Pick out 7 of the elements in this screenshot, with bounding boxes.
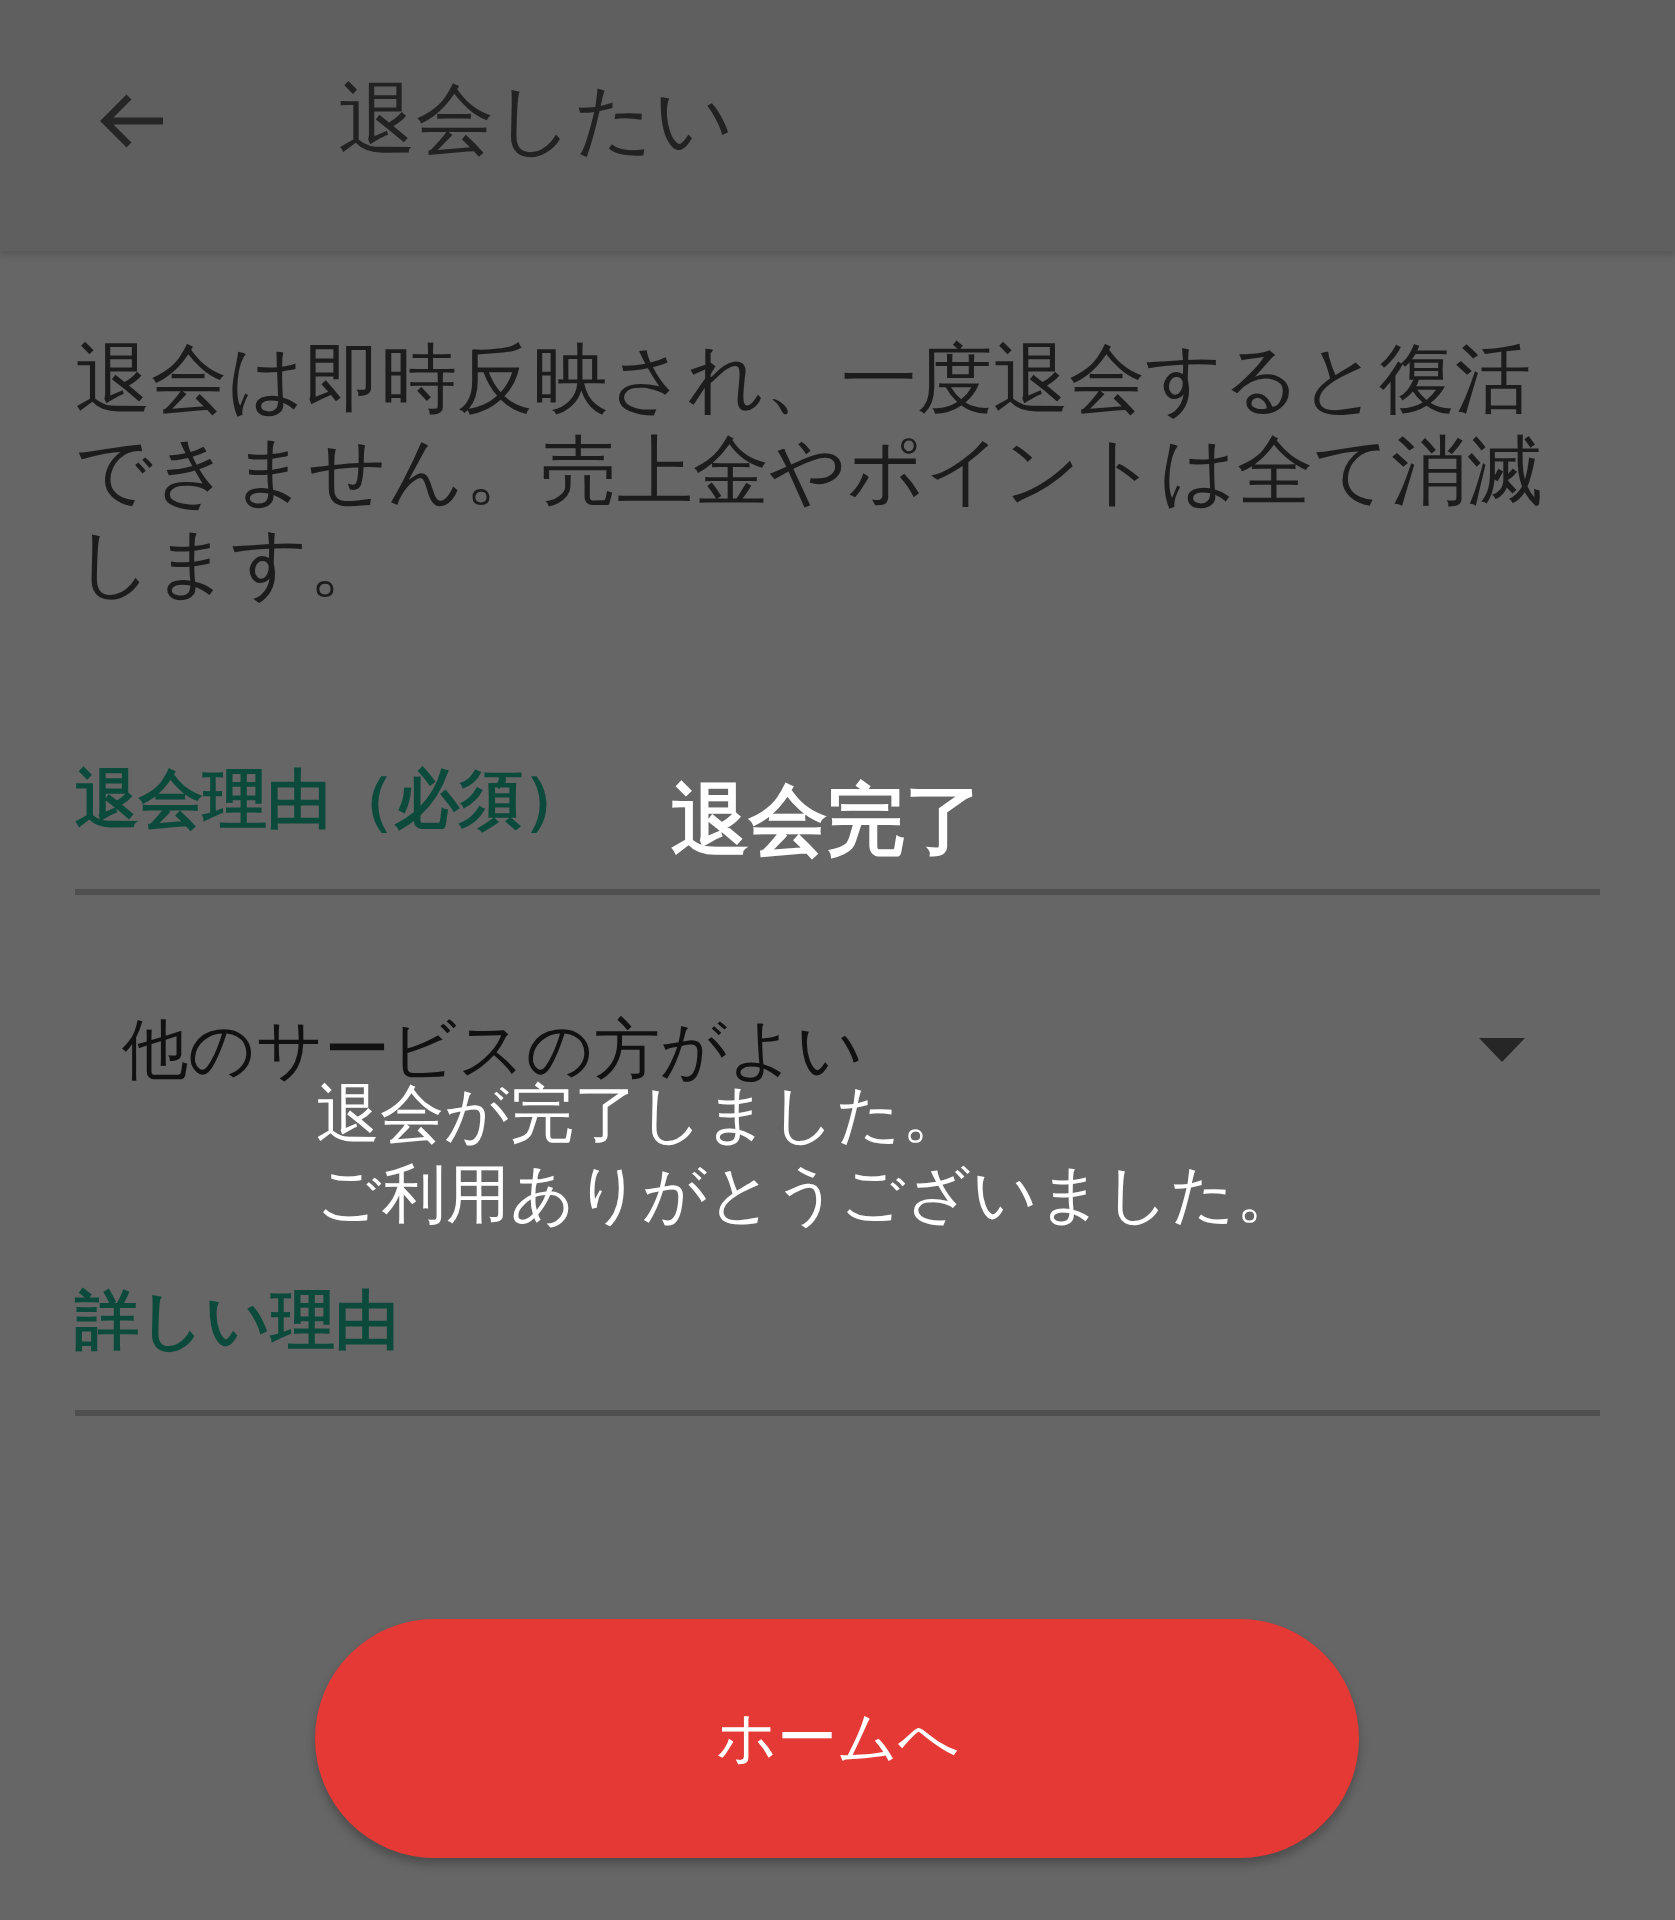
field-label: 退会理由（必須） xyxy=(75,761,587,838)
dialog-title: 退会完了 xyxy=(671,775,983,865)
screen-title: 退会したい xyxy=(338,73,734,166)
caret-icon xyxy=(1479,1038,1525,1062)
field-label: 詳しい理由 xyxy=(75,1282,399,1359)
home-button[interactable]: ホームへ xyxy=(315,1619,1359,1858)
notice-text: 退会は即時反映され、一度退会すると復活できません。売上金やポイントは全て消滅します。 xyxy=(75,333,1544,609)
